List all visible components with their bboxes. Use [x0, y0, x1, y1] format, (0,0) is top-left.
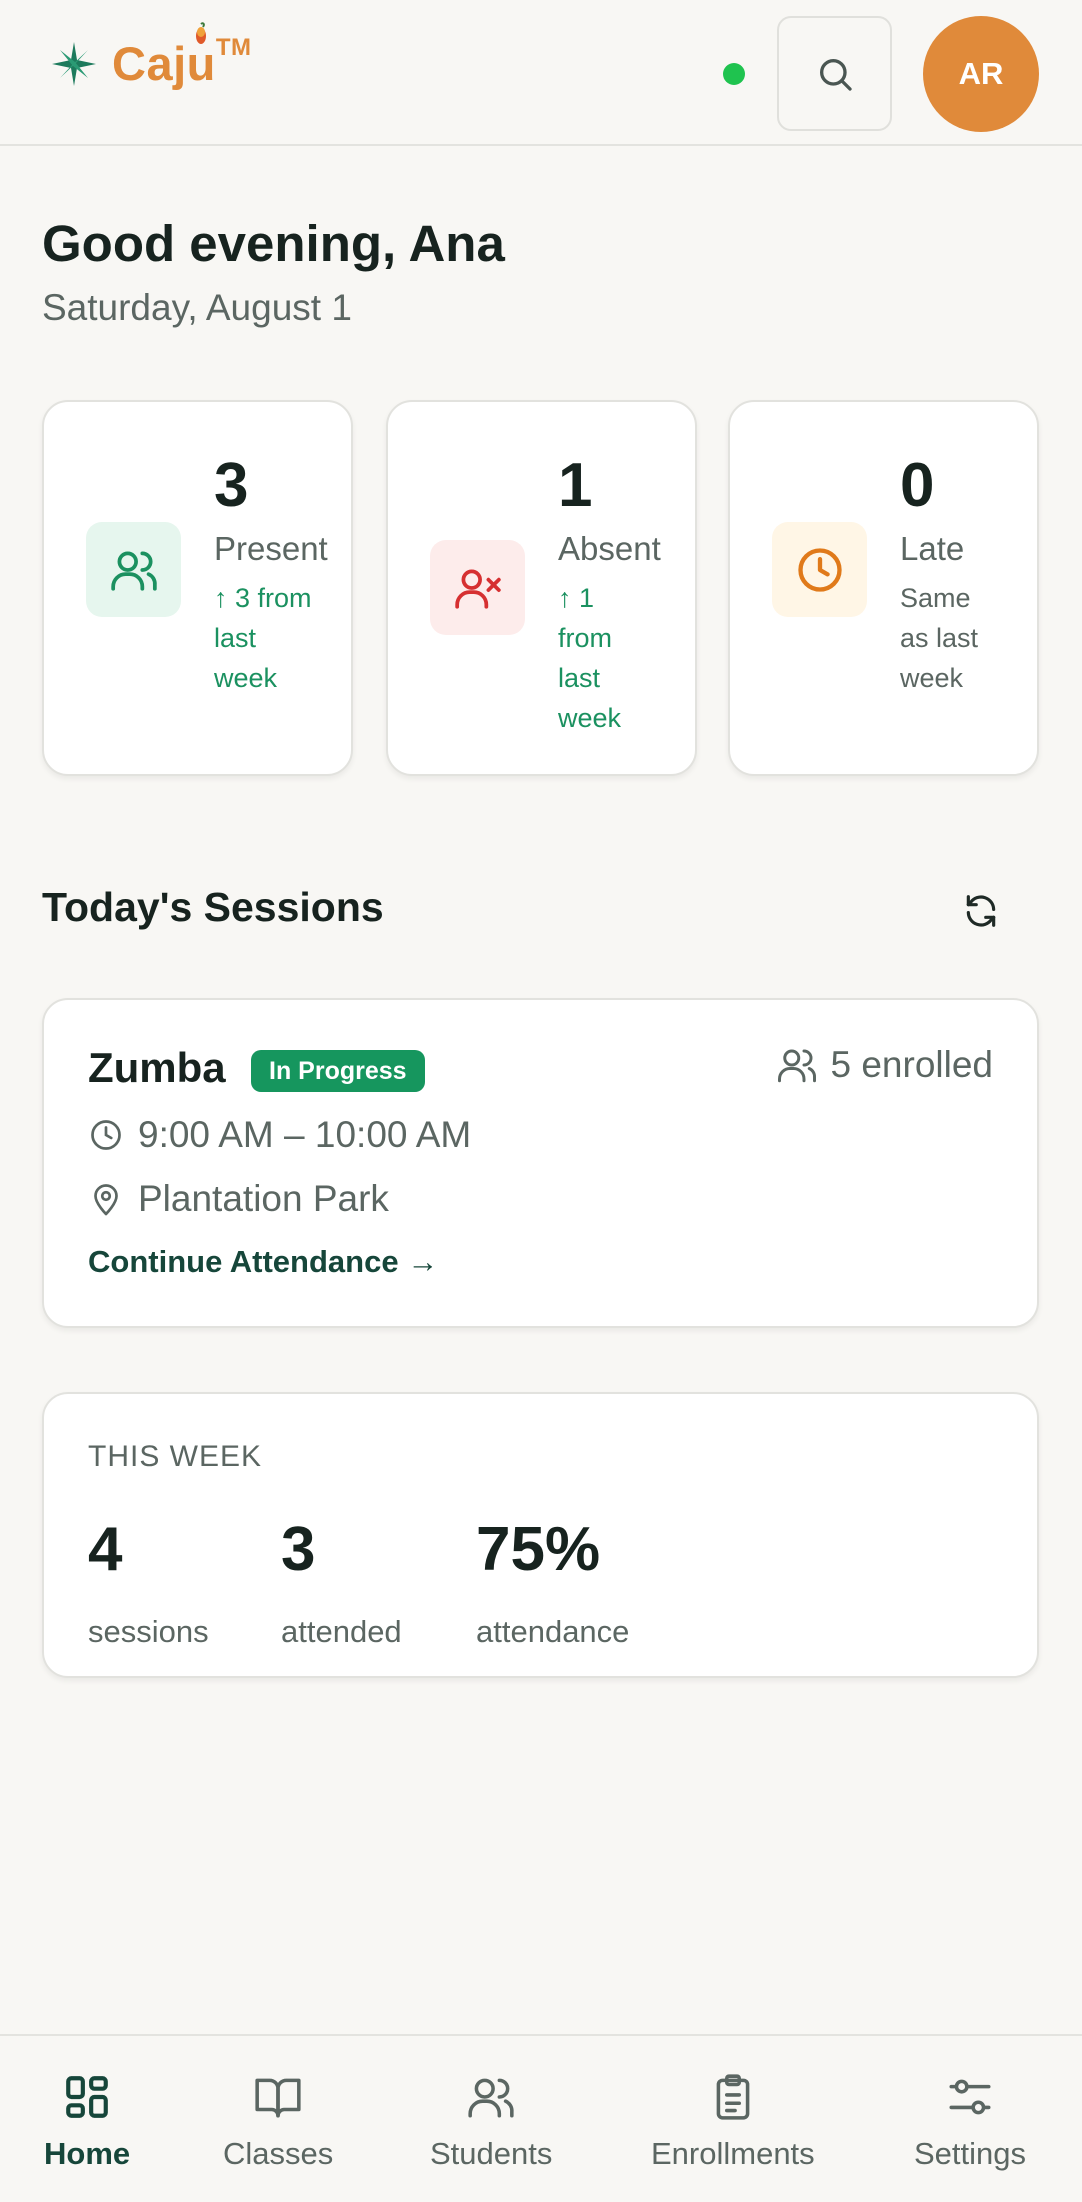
- present-label: Present: [214, 530, 328, 567]
- continue-attendance-link[interactable]: Continue Attendance →: [88, 1244, 438, 1280]
- nav-students-label: Students: [430, 2136, 553, 2171]
- current-date: Saturday, August 1: [42, 287, 352, 328]
- sliders-icon: [949, 2079, 991, 2115]
- greeting-title: Good evening, Ana: [42, 215, 505, 272]
- search-button[interactable]: [777, 16, 892, 131]
- enrolled-text: 5 enrolled: [830, 1044, 993, 1085]
- clock-icon: [772, 522, 867, 617]
- nav-settings-label: Settings: [914, 2136, 1027, 2171]
- search-icon: [819, 58, 852, 91]
- refresh-icon: [966, 895, 996, 927]
- stat-card-late[interactable]: 0 Late Same as last week: [728, 400, 1039, 776]
- present-change: ↑ 3 from last week: [214, 583, 312, 693]
- session-location-row: Plantation Park: [88, 1178, 389, 1220]
- nav-students[interactable]: Students: [430, 2072, 552, 2172]
- absent-change: ↑ 1 from last week: [558, 583, 622, 733]
- session-name: Zumba: [88, 1044, 226, 1091]
- nav-home[interactable]: Home: [44, 2072, 130, 2172]
- star-logo-icon: [52, 41, 96, 86]
- stat-card-present[interactable]: 3 Present ↑ 3 from last week: [42, 400, 353, 776]
- nav-enrollments[interactable]: Enrollments: [651, 2072, 815, 2172]
- nav-classes[interactable]: Classes: [223, 2072, 333, 2172]
- week-title: THIS WEEK: [88, 1440, 263, 1473]
- app-screen: CajuTM AR Good evening, Ana Saturday, Au…: [0, 0, 1082, 2202]
- week-sessions-value: 4: [88, 1515, 123, 1584]
- session-time: 9:00 AM – 10:00 AM: [138, 1114, 472, 1155]
- map-pin-icon: [94, 1184, 118, 1216]
- grid-icon: [66, 2076, 108, 2118]
- users-icon: [468, 2078, 514, 2118]
- cashew-icon: [196, 22, 206, 44]
- top-header: CajuTM AR: [0, 0, 1082, 146]
- user-avatar[interactable]: AR: [923, 16, 1039, 132]
- week-attendance-label: attendance: [476, 1614, 630, 1649]
- refresh-button[interactable]: [956, 886, 1006, 936]
- brand-name: CajuTM: [112, 22, 252, 91]
- week-attendance-value: 75%: [476, 1515, 601, 1584]
- nav-settings[interactable]: Settings: [914, 2072, 1026, 2172]
- week-attended-label: attended: [281, 1614, 402, 1649]
- late-count: 0: [900, 451, 935, 520]
- brand-logo[interactable]: CajuTM: [50, 22, 252, 91]
- user-x-icon: [430, 540, 525, 635]
- session-card[interactable]: Zumba In Progress 5 enrolled 9:00 AM – 1…: [42, 998, 1039, 1328]
- bottom-navigation: Home Classes Students Enrollments Settin…: [0, 2034, 1082, 2202]
- late-label: Late: [900, 530, 965, 567]
- week-attended-value: 3: [281, 1515, 316, 1584]
- clock-icon: [91, 1120, 121, 1150]
- trademark: TM: [215, 34, 252, 61]
- late-change: Same as last week: [900, 583, 979, 693]
- users-icon: [778, 1049, 817, 1083]
- this-week-card: THIS WEEK 4 sessions 3 attended 75% atte…: [42, 1392, 1039, 1678]
- clipboard-icon: [716, 2074, 750, 2120]
- online-status-dot: [723, 63, 745, 85]
- session-location: Plantation Park: [138, 1178, 389, 1219]
- nav-classes-label: Classes: [223, 2136, 334, 2171]
- absent-count: 1: [558, 451, 593, 520]
- present-count: 3: [214, 451, 249, 520]
- users-icon: [86, 522, 181, 617]
- nav-home-label: Home: [44, 2136, 131, 2171]
- sessions-section-title: Today's Sessions: [42, 884, 384, 930]
- enrolled-count: 5 enrolled: [776, 1044, 993, 1086]
- nav-enrollments-label: Enrollments: [651, 2136, 815, 2171]
- book-icon: [255, 2078, 301, 2118]
- stat-card-absent[interactable]: 1 Absent ↑ 1 from last week: [386, 400, 697, 776]
- absent-label: Absent: [558, 530, 661, 567]
- status-badge: In Progress: [251, 1050, 425, 1092]
- session-time-row: 9:00 AM – 10:00 AM: [88, 1114, 471, 1156]
- week-sessions-label: sessions: [88, 1614, 209, 1649]
